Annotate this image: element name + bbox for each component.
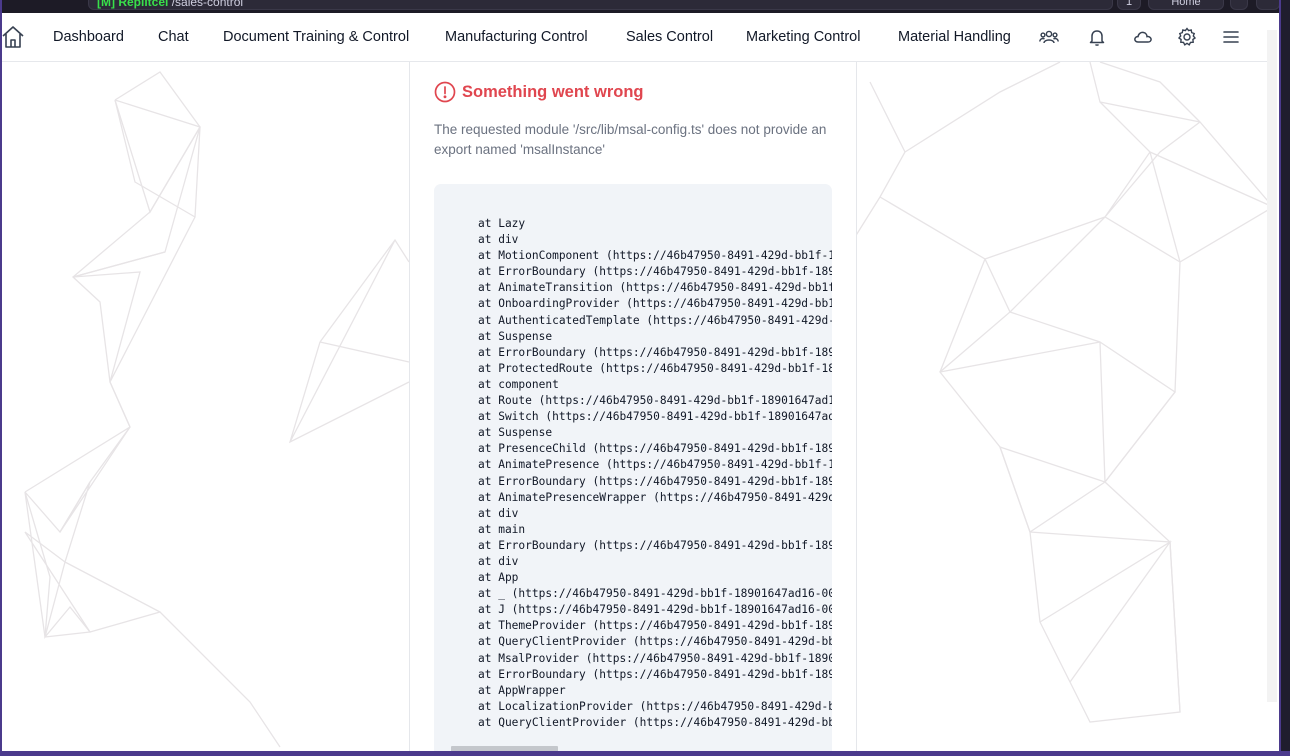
- stack-trace-line: at main: [478, 522, 526, 536]
- stack-trace-line: at AnimatePresence (https://46b47950-849…: [478, 458, 832, 472]
- stack-trace-line: at component: [478, 377, 559, 391]
- tab-count-label: 1: [1125, 0, 1133, 8]
- stack-trace-line: at ErrorBoundary (https://46b47950-8491-…: [478, 474, 832, 488]
- nav-dashboard[interactable]: Dashboard: [53, 29, 124, 45]
- nav-document-training-control[interactable]: Document Training & Control: [223, 29, 409, 45]
- stack-trace-line: at div: [478, 554, 519, 568]
- address-bar[interactable]: [M] Replitcel /sales-control: [88, 0, 1113, 10]
- tab-count-button[interactable]: 1: [1117, 0, 1141, 10]
- nav-sales-control[interactable]: Sales Control: [626, 29, 713, 45]
- stack-trace-line: at _ (https://46b47950-8491-429d-bb1f-18…: [478, 587, 832, 601]
- error-title: Something went wrong: [462, 83, 644, 101]
- stack-trace-line: at AuthenticatedTemplate (https://46b479…: [478, 313, 832, 327]
- stack-trace-line: at Route (https://46b47950-8491-429d-bb1…: [478, 394, 832, 408]
- menu-button[interactable]: [1230, 0, 1248, 10]
- stack-trace-line: at Lazy: [478, 217, 526, 230]
- stack-trace-line: at PresenceChild (https://46b47950-8491-…: [478, 442, 832, 456]
- page-scrollbar[interactable]: [1267, 30, 1277, 702]
- stack-trace-line: at Suspense: [478, 329, 553, 343]
- nav-marketing-control[interactable]: Marketing Control: [746, 29, 860, 45]
- stack-trace-line: at MotionComponent (https://46b47950-849…: [478, 249, 832, 263]
- profile-label: Home: [1171, 0, 1201, 8]
- stack-trace-line: at ThemeProvider (https://46b47950-8491-…: [478, 619, 832, 633]
- stack-trace-line: at ErrorBoundary (https://46b47950-8491-…: [478, 667, 832, 681]
- home-icon[interactable]: [2, 25, 24, 49]
- stack-trace-line: at Switch (https://46b47950-8491-429d-bb…: [478, 410, 832, 424]
- nav-manufacturing-control[interactable]: Manufacturing Control: [445, 29, 588, 45]
- stack-trace-line: at ProtectedRoute (https://46b47950-8491…: [478, 361, 832, 375]
- stack-trace-line: at App: [478, 571, 519, 585]
- error-message: The requested module '/src/lib/msal-conf…: [434, 122, 827, 157]
- stack-trace-line: at LocalizationProvider (https://46b4795…: [478, 699, 832, 713]
- window-border-left: [0, 0, 2, 756]
- window-edge: [1281, 0, 1290, 756]
- menu-icon[interactable]: [1221, 27, 1241, 47]
- stack-trace-line: at AppWrapper: [478, 683, 566, 697]
- url-tag: [M] Replitcel: [97, 0, 169, 9]
- stack-trace-line: at div: [478, 233, 519, 247]
- bell-icon[interactable]: [1087, 27, 1107, 47]
- stack-trace-line: at J (https://46b47950-8491-429d-bb1f-18…: [478, 603, 832, 617]
- stack-trace-line: at ErrorBoundary (https://46b47950-8491-…: [478, 265, 832, 279]
- stack-trace-line: at QueryClientProvider (https://46b47950…: [478, 715, 832, 729]
- stack-trace-line: at Suspense: [478, 426, 553, 440]
- stack-trace-panel[interactable]: at Lazy at div at MotionComponent (https:/…: [434, 184, 832, 756]
- window-control[interactable]: [1256, 0, 1280, 10]
- url-path: /sales-control: [171, 0, 244, 9]
- stack-trace-line: at OnboardingProvider (https://46b47950-…: [478, 297, 832, 311]
- browser-toolbar: [M] Replitcel /sales-control 1 Home: [0, 0, 1290, 13]
- alert-circle-icon: [434, 81, 456, 103]
- users-icon[interactable]: [1039, 27, 1059, 47]
- nav-material-handling[interactable]: Material Handling: [898, 29, 1011, 45]
- cloud-icon[interactable]: [1133, 27, 1153, 47]
- stack-trace-line: at AnimateTransition (https://46b47950-8…: [478, 281, 832, 295]
- window-border-bottom: [0, 751, 1290, 756]
- stack-trace-line: at ErrorBoundary (https://46b47950-8491-…: [478, 345, 832, 359]
- nav-chat[interactable]: Chat: [158, 29, 189, 45]
- stack-trace-line: at QueryClientProvider (https://46b47950…: [478, 635, 832, 649]
- stack-trace-line: at MsalProvider (https://46b47950-8491-4…: [478, 651, 832, 665]
- profile-button[interactable]: Home: [1148, 0, 1224, 10]
- stack-trace-line: at ErrorBoundary (https://46b47950-8491-…: [478, 538, 832, 552]
- stack-trace-line: at div: [478, 506, 519, 520]
- error-card: Something went wrong The requested modul…: [409, 62, 857, 756]
- gear-icon[interactable]: [1177, 27, 1197, 47]
- top-navigation: Dashboard Chat Document Training & Contr…: [2, 13, 1268, 62]
- stack-trace: at Lazy at div at MotionComponent (https:/…: [478, 216, 832, 731]
- stack-trace-line: at AnimatePresenceWrapper (https://46b47…: [478, 490, 832, 504]
